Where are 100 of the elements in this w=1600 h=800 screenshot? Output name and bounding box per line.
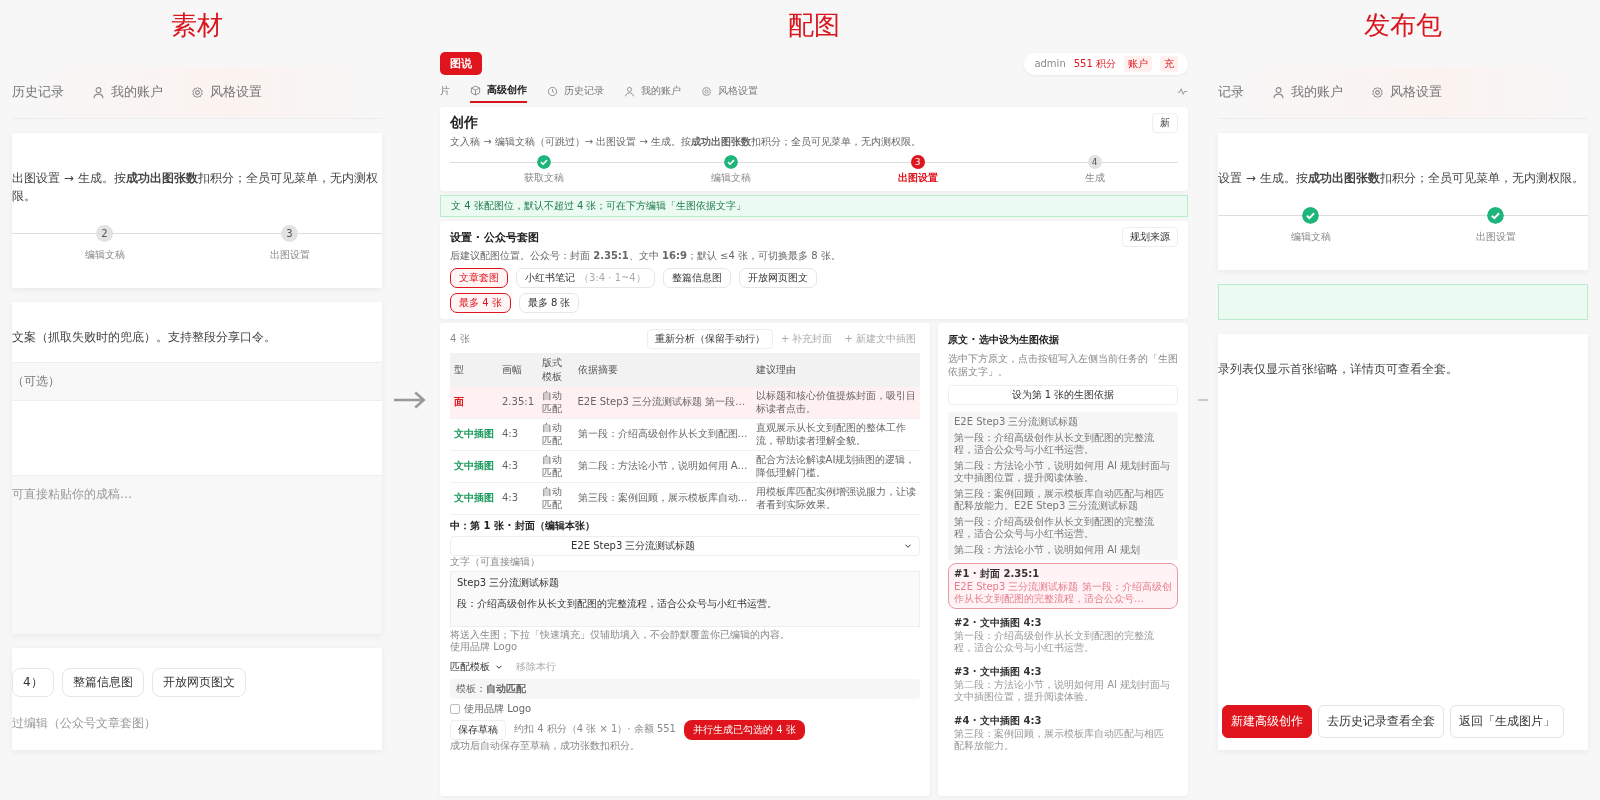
table-cell: 自动匹配 <box>538 387 574 419</box>
table-cell: 第一段：介绍高级创作从长文到配图… <box>573 418 752 451</box>
column-header: 画幅 <box>498 353 538 387</box>
settings-icon <box>191 85 204 99</box>
page-title: 创作 <box>450 114 478 132</box>
step-label: 编辑文稿 <box>710 171 751 185</box>
sidebar-intro: 选中下方原文，点击按钮写入左侧当前任务的「生图依据文字」。 <box>948 353 1178 378</box>
action-button[interactable]: 返回「生成图片」 <box>1450 705 1564 738</box>
option-chip[interactable]: 开放网页图文 <box>738 268 817 288</box>
nav-tab[interactable]: 风格设置 <box>1371 79 1442 105</box>
column-header: 建议理由 <box>751 353 920 387</box>
generate-button[interactable]: 并行生成已勾选的 4 张 <box>684 719 805 740</box>
logo-checkbox[interactable]: 使用品牌 Logo <box>450 701 920 716</box>
person-icon <box>624 85 635 97</box>
step-number: 2 <box>96 225 113 242</box>
paragraph: 第三段：案例回顾，展示模板库自动匹配与相匹配释放能力。E2E Step3 三分流测试标题 <box>954 488 1165 512</box>
table-cell: 第三段：案例回顾，展示模板库自动… <box>573 482 752 515</box>
draft-field[interactable]: 可直接粘贴你的成稿… <box>12 475 382 634</box>
header-link[interactable]: 账户 <box>1124 55 1152 72</box>
type-tag: 文中插图 <box>454 492 494 504</box>
option-chip[interactable]: 整篇信息图 <box>61 668 144 697</box>
intro-text: 设置 → 生成。按成功出图张数扣积分；全员可见菜单，无内测权限。 <box>1218 170 1585 187</box>
step-label: 编辑文稿 <box>1290 230 1331 244</box>
option-chip[interactable]: 开放网页图文 <box>151 668 246 697</box>
reanalyze-button[interactable]: 重新分析（保留手动行） <box>646 329 773 349</box>
column-header: 型 <box>450 353 498 387</box>
option-chip[interactable]: 文章套图 <box>450 268 508 288</box>
nav-tab[interactable]: 风格设置 <box>191 79 262 105</box>
type-tag: 面 <box>454 396 464 408</box>
hint-text: 将送入生图；下拉「快速填充」仅辅助填入，不会静默覆盖你已编辑的内容。 <box>450 628 791 641</box>
paragraph: E2E Step3 三分流测试标题 <box>954 416 1080 428</box>
cost-text: 约扣 4 积分（4 张 × 1）· 余额 551 <box>514 723 676 736</box>
task-card[interactable]: #1 · 封面 2.35:1 E2E Step3 三分流测试标题 第一段：介绍高级创作从长文到配图的完整流程，适合公众号… <box>948 563 1178 609</box>
nav-tab[interactable]: 我的账户 <box>624 80 681 102</box>
step-label: 生成 <box>1084 171 1105 185</box>
panel-title: 素材 <box>171 9 223 42</box>
step-number: 3 <box>910 155 925 169</box>
task-excerpt: 第三段：案例回顾，展示模板库自动匹配与相匹配释放能力。 <box>954 728 1165 752</box>
points-balance: 551 积分 <box>1073 56 1116 71</box>
nav-tab[interactable]: 高级创作 <box>470 79 527 103</box>
option-chip[interactable]: 整篇信息图 <box>662 268 731 288</box>
prompt-text-field[interactable]: Step3 三分流测试标题 段：介绍高级创作从长文到配图的完整流程，适合公众号与小红书运营。 <box>450 570 920 627</box>
option-chip[interactable]: 最多 8 张 <box>518 293 580 313</box>
paragraph: 第一段：介绍高级创作从长文到配图的完整流程，适合公众号与小红书运营。 <box>954 432 1155 456</box>
action-button[interactable]: 去历史记录查看全套 <box>1318 705 1444 738</box>
nav-tab[interactable]: 我的账户 <box>92 79 163 105</box>
table-cell: 用模板库匹配实例增强说服力，让读者看到实际效果。 <box>751 482 920 515</box>
step-number: 4 <box>1087 155 1102 169</box>
panel-title: 发布包 <box>1364 9 1442 42</box>
table-cell: 直观展示从长文到配图的整体工作流，帮助读者理解全貌。 <box>751 418 920 451</box>
field-label: （可选） <box>12 362 382 401</box>
notice-banner: 文 4 张配图位，默认不超过 4 张；可在下方编辑「生图依据文字」 <box>440 195 1188 217</box>
step-number: 3 <box>281 225 298 242</box>
nav-tab[interactable]: 历史记录 <box>12 79 64 105</box>
intro-text: 后建议配图位置。公众号：封面 2.35:1、文中 16:9；默认 ≤4 张，可切换最多 8 张。 <box>450 249 842 263</box>
template-info: 模板：自动匹配 <box>450 678 920 699</box>
source-button[interactable]: 规划来源 <box>1122 227 1178 247</box>
task-title: #3 · 文中插图 4:3 <box>954 665 1043 679</box>
option-chip[interactable]: 小红书笔记 （3:4 · 1~4） <box>516 268 655 288</box>
nav-tab[interactable]: 我的账户 <box>1272 79 1343 105</box>
table-cell: 以标题和核心价值提炼封面，吸引目标读者点击。 <box>751 387 920 419</box>
task-card[interactable]: #4 · 文中插图 4:3 第三段：案例回顾，展示模板库自动匹配与相匹配释放能力。 <box>948 710 1178 756</box>
person-icon <box>1272 85 1285 99</box>
nav-tab[interactable]: 记录 <box>1218 79 1244 105</box>
paragraph: 第一段：介绍高级创作从长文到配图的完整流程，适合公众号与小红书运营。 <box>954 516 1155 540</box>
option-chip[interactable]: 最多 4 张 <box>450 293 511 313</box>
panel-title: 配图 <box>788 9 840 42</box>
header-link[interactable]: 充 <box>1160 55 1178 72</box>
type-tag: 文中插图 <box>454 428 494 440</box>
table-cell: 4:3 <box>498 418 538 451</box>
save-draft-button[interactable]: 保存草稿 <box>450 719 506 740</box>
template-select[interactable]: E2E Step3 三分流测试标题 <box>450 536 920 556</box>
step-label: 出图设置 <box>269 248 310 262</box>
logo[interactable]: 图说 <box>440 52 482 75</box>
step-label: 出图设置 <box>1475 230 1516 244</box>
intro-text: 出图设置 → 生成。按成功出图张数扣积分；全员可见菜单，无内测权限。 <box>12 170 379 205</box>
user-name: admin <box>1034 58 1066 69</box>
option-chip[interactable]: 4） <box>12 668 54 697</box>
nav-tab[interactable]: 历史记录 <box>547 80 604 102</box>
step-label: 编辑文稿 <box>84 248 125 262</box>
clock-icon <box>547 85 558 97</box>
section-title: 设置 · 公众号套图 <box>450 229 539 245</box>
new-creation-button[interactable]: 新建高级创作 <box>1222 705 1312 738</box>
logo-note: 使用品牌 Logo <box>450 641 519 654</box>
nav-tab[interactable]: 片 <box>440 80 450 102</box>
pulse-icon[interactable] <box>1177 85 1188 97</box>
table-cell: 配合方法论解读AI规划插图的逻辑，降低理解门槛。 <box>751 450 920 483</box>
intro-text: 文入稿 → 编辑文稿（可跳过）→ 出图设置 → 生成。按成功出图张数扣积分；全员可见菜单，无内测权限。 <box>450 135 923 149</box>
table-cell: 2.35:1 <box>498 387 538 419</box>
table-cell: 第二段：方法论小节，说明如何用 A… <box>573 450 752 483</box>
settings-icon <box>1371 85 1384 99</box>
task-title: #4 · 文中插图 4:3 <box>954 714 1043 728</box>
paragraph: 第二段：方法论小节，说明如何用 AI 规划 <box>954 544 1142 556</box>
template-dropdown[interactable]: 匹配模板 <box>450 659 504 674</box>
new-button[interactable]: 新 <box>1152 113 1178 133</box>
person-icon <box>92 85 105 99</box>
step-label: 获取文稿 <box>523 171 564 185</box>
set-source-button[interactable]: 设为第 1 张的生图依据 <box>948 385 1178 405</box>
table-cell: 4:3 <box>498 450 538 483</box>
nav-tab[interactable]: 风格设置 <box>701 80 758 102</box>
